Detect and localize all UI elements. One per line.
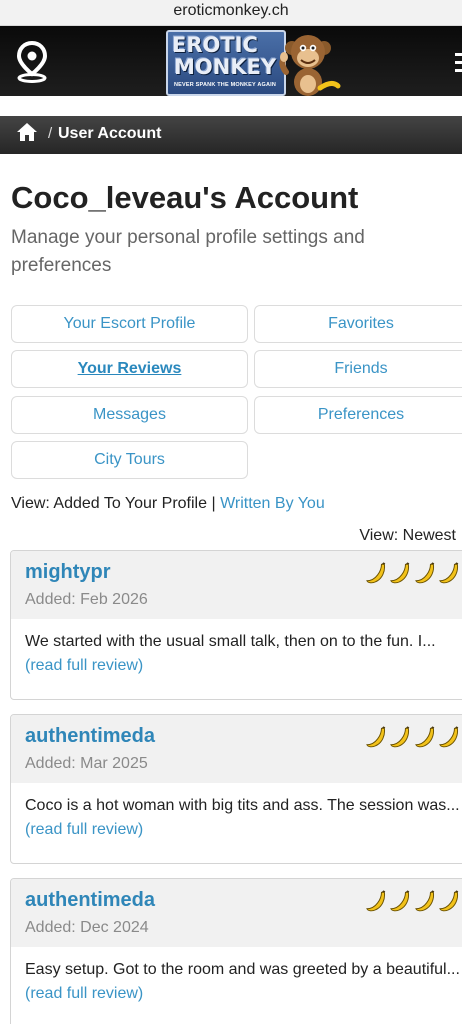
banana-icon — [390, 562, 410, 584]
banana-icon — [366, 562, 386, 584]
logo-tagline: NEVER SPANK THE MONKEY AGAIN — [174, 82, 277, 88]
home-icon[interactable] — [16, 122, 38, 142]
browser-url-text: eroticmonkey.ch — [173, 2, 289, 19]
nav-preferences-button[interactable]: Preferences — [254, 396, 462, 434]
view-added-to-profile[interactable]: View: Added To Your Profile — [11, 495, 207, 512]
banana-icon — [438, 890, 459, 912]
banana-icon — [366, 890, 386, 912]
banana-icon — [438, 726, 459, 748]
banana-icon — [414, 562, 434, 584]
site-logo[interactable]: EROTIC MONKEY NEVER SPANK THE MONKEY AGA… — [166, 28, 344, 98]
banana-icon — [438, 562, 459, 584]
page-subtitle: Manage your personal profile settings an… — [11, 227, 365, 276]
view-separator: | — [211, 495, 216, 512]
review-date: Added: Feb 2026 — [25, 591, 148, 608]
logo-plate: EROTIC MONKEY NEVER SPANK THE MONKEY AGA… — [166, 30, 286, 96]
review-excerpt: Coco is a hot woman with big tits and as… — [25, 797, 460, 814]
banana-icon — [414, 890, 434, 912]
review-card: authentimeda Added: Dec 2024 Easy setup.… — [10, 878, 462, 1024]
reviewer-name[interactable]: authentimeda — [25, 725, 155, 748]
logo-line-2: MONKEY — [174, 55, 277, 79]
read-full-review-link[interactable]: (read full review) — [25, 985, 143, 1003]
banana-icon — [390, 726, 410, 748]
browser-url-bar[interactable]: eroticmonkey.ch — [0, 0, 462, 26]
location-pin-icon[interactable] — [12, 40, 52, 84]
breadcrumb-current: User Account — [58, 125, 162, 142]
view-written-by-you-link[interactable]: Written By You — [220, 495, 325, 512]
sort-selector[interactable]: View: Newest — [359, 527, 456, 545]
review-excerpt: Easy setup. Got to the room and was gree… — [25, 961, 460, 978]
review-rating — [365, 561, 461, 589]
nav-friends-button[interactable]: Friends — [254, 350, 462, 388]
review-card: authentimeda Added: Mar 2025 Coco is a h… — [10, 714, 462, 864]
view-filter: View: Added To Your Profile | Written By… — [11, 495, 325, 513]
menu-icon[interactable] — [455, 50, 462, 76]
reviewer-name[interactable]: authentimeda — [25, 889, 155, 912]
monkey-mascot-icon — [279, 35, 341, 96]
nav-reviews-button[interactable]: Your Reviews — [11, 350, 248, 388]
review-rating — [365, 725, 461, 753]
review-card-header: authentimeda Added: Mar 2025 — [11, 715, 462, 783]
banana-icon — [366, 726, 386, 748]
review-rating — [365, 889, 461, 917]
reviewer-name[interactable]: mightypr — [25, 561, 111, 584]
site-header: EROTIC MONKEY NEVER SPANK THE MONKEY AGA… — [0, 26, 462, 96]
nav-city-tours-button[interactable]: City Tours — [11, 441, 248, 479]
review-card-header: mightypr Added: Feb 2026 — [11, 551, 462, 619]
breadcrumb: / User Account — [0, 116, 462, 154]
review-date: Added: Mar 2025 — [25, 755, 148, 772]
page-title: Coco_leveau's Account — [11, 180, 359, 215]
review-excerpt: We started with the usual small talk, th… — [25, 633, 436, 650]
banana-icon — [414, 726, 434, 748]
breadcrumb-separator: / — [48, 125, 53, 142]
read-full-review-link[interactable]: (read full review) — [25, 657, 143, 675]
nav-escort-profile-button[interactable]: Your Escort Profile — [11, 305, 248, 343]
review-card: mightypr Added: Feb 2026 We started with… — [10, 550, 462, 700]
nav-favorites-button[interactable]: Favorites — [254, 305, 462, 343]
banana-icon — [390, 890, 410, 912]
logo-line-1: EROTIC — [172, 33, 258, 57]
review-card-header: authentimeda Added: Dec 2024 — [11, 879, 462, 947]
review-date: Added: Dec 2024 — [25, 919, 149, 936]
nav-messages-button[interactable]: Messages — [11, 396, 248, 434]
read-full-review-link[interactable]: (read full review) — [25, 821, 143, 839]
